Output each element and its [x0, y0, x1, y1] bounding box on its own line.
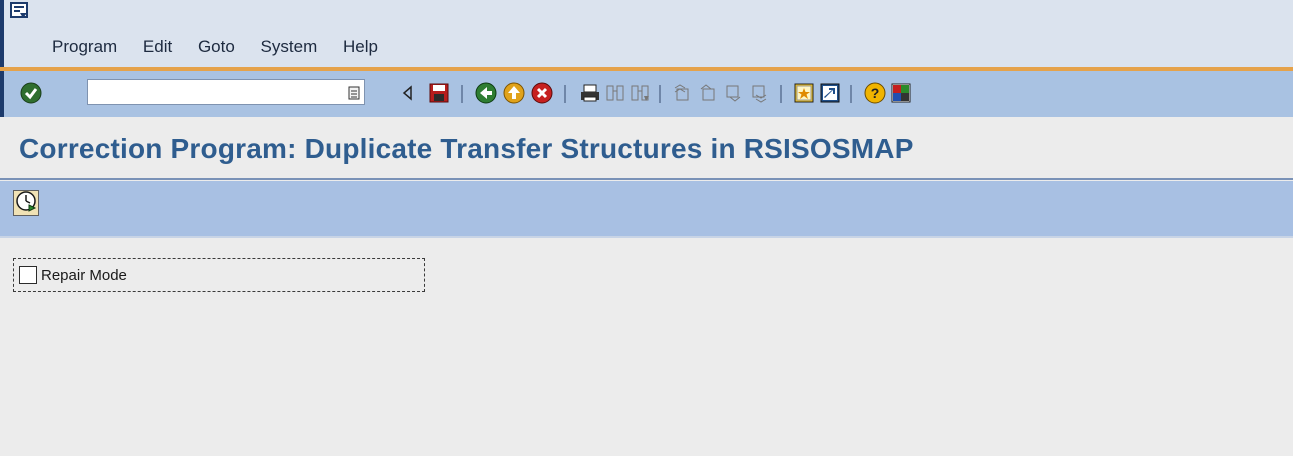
title-area: Correction Program: Duplicate Transfer S… [0, 117, 1293, 180]
layout-menu-icon[interactable] [890, 82, 912, 104]
application-toolbar [0, 181, 1293, 236]
save-icon[interactable] [428, 82, 450, 104]
execute-icon [15, 190, 37, 217]
menu-item-goto[interactable]: Goto [198, 37, 235, 56]
system-toolbar: ? [0, 71, 1293, 117]
menu-item-program[interactable]: Program [52, 37, 117, 56]
repair-mode-label: Repair Mode [41, 267, 127, 284]
toolbar-separator [461, 85, 463, 103]
menu-bar: Program Edit Goto System Help [0, 0, 1293, 67]
first-page-icon[interactable] [671, 82, 693, 104]
new-session-icon[interactable] [793, 82, 815, 104]
toolbar-separator [780, 85, 782, 103]
menu-items: Program Edit Goto System Help [52, 37, 399, 57]
find-next-icon[interactable] [629, 82, 651, 104]
repair-mode-checkbox[interactable] [19, 266, 37, 284]
last-page-icon[interactable] [749, 82, 771, 104]
svg-text:?: ? [871, 85, 880, 101]
repair-mode-group[interactable]: Repair Mode [13, 258, 425, 292]
exit-icon[interactable] [503, 82, 525, 104]
command-field[interactable] [87, 79, 365, 105]
toolbar-separator [659, 85, 661, 103]
execute-button[interactable] [13, 190, 39, 216]
menu-item-edit[interactable]: Edit [143, 37, 172, 56]
menu-item-system[interactable]: System [261, 37, 318, 56]
next-page-icon[interactable] [723, 82, 745, 104]
previous-page-icon[interactable] [697, 82, 719, 104]
menu-item-help[interactable]: Help [343, 37, 378, 56]
back-icon[interactable] [475, 82, 497, 104]
page-title: Correction Program: Duplicate Transfer S… [19, 133, 914, 164]
menu-toggle-icon[interactable] [10, 2, 30, 20]
help-icon[interactable]: ? [864, 82, 886, 104]
print-icon[interactable] [579, 82, 601, 104]
toolbar-separator [564, 85, 566, 103]
cancel-icon[interactable] [531, 82, 553, 104]
dropdown-icon[interactable] [348, 86, 360, 100]
find-icon[interactable] [604, 82, 626, 104]
title-divider [0, 178, 1293, 180]
toolbar-divider [0, 236, 1293, 238]
shortcut-icon[interactable] [819, 82, 841, 104]
toolbar-separator [850, 85, 852, 103]
back-arrow-icon[interactable] [397, 82, 419, 104]
enter-icon[interactable] [20, 82, 42, 104]
